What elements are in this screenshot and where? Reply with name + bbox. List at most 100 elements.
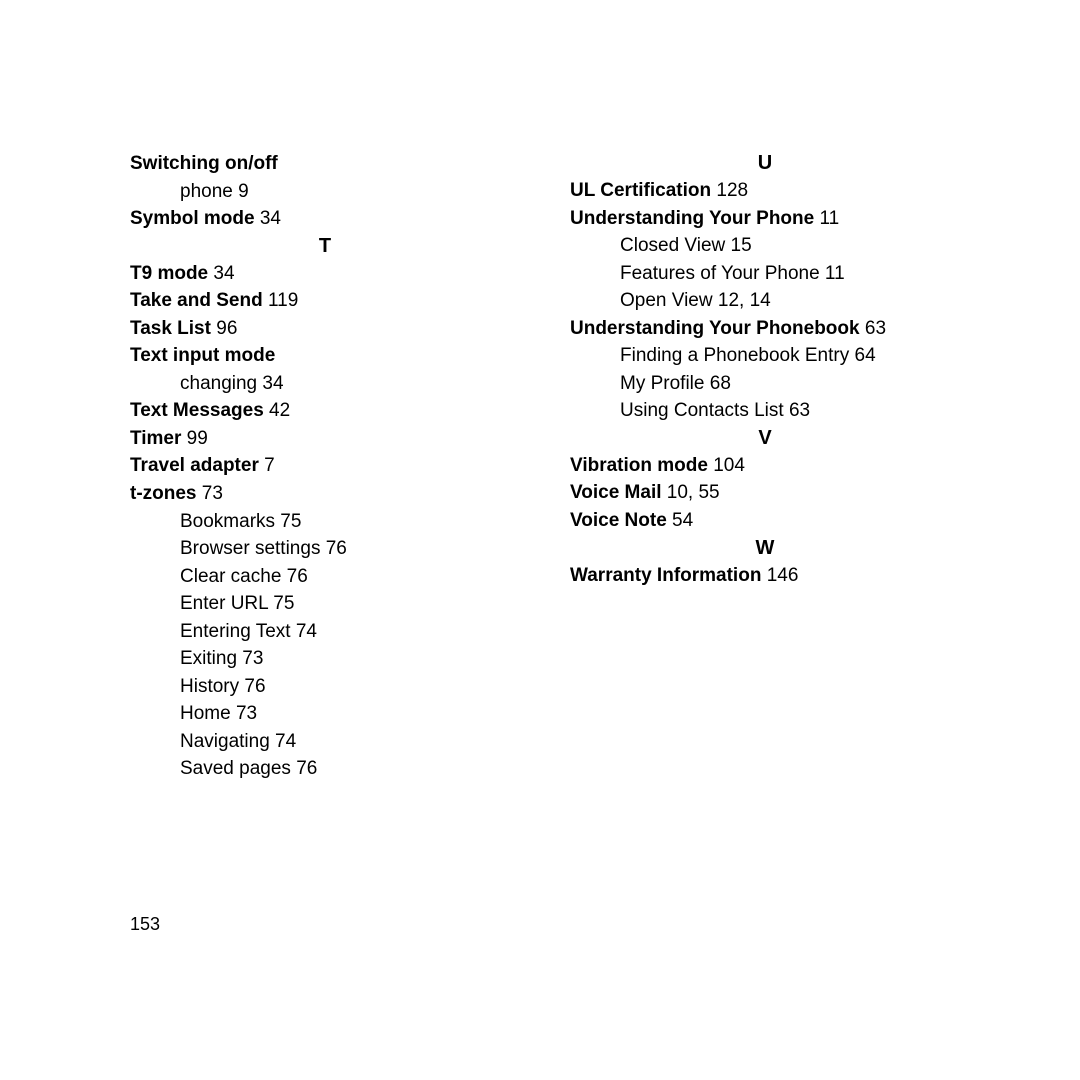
index-sub-entry: Home 73 xyxy=(130,700,520,728)
index-entry: T9 mode 34 xyxy=(130,260,520,288)
sub-entry-term: Finding a Phonebook Entry xyxy=(620,345,849,366)
entry-page: 104 xyxy=(708,455,745,476)
sub-entry-term: Clear cache xyxy=(180,566,281,587)
entry-page: 42 xyxy=(264,400,290,421)
sub-entry-page: 73 xyxy=(237,648,263,669)
entry-term: Voice Note xyxy=(570,510,667,531)
index-sub-entry: Using Contacts List 63 xyxy=(570,397,960,425)
index-entry: Voice Mail 10, 55 xyxy=(570,479,960,507)
sub-entry-term: Closed View xyxy=(620,235,725,256)
entry-page: 146 xyxy=(761,565,798,586)
entry-term: Text input mode xyxy=(130,345,275,366)
index-page: Switching on/offphone 9Symbol mode 34TT9… xyxy=(0,0,1080,823)
right-column: UUL Certification 128Understanding Your … xyxy=(570,150,960,783)
entry-page: 99 xyxy=(181,428,207,449)
index-sub-entry: Bookmarks 75 xyxy=(130,508,520,536)
sub-entry-page: 75 xyxy=(268,593,294,614)
index-sub-entry: changing 34 xyxy=(130,370,520,398)
entry-term: Symbol mode xyxy=(130,208,255,229)
index-sub-entry: Navigating 74 xyxy=(130,728,520,756)
sub-entry-page: 64 xyxy=(849,345,875,366)
sub-entry-term: Browser settings xyxy=(180,538,320,559)
sub-entry-term: My Profile xyxy=(620,373,704,394)
section-header: V xyxy=(570,427,960,450)
sub-entry-term: Using Contacts List xyxy=(620,400,784,421)
index-entry: Vibration mode 104 xyxy=(570,452,960,480)
index-sub-entry: Saved pages 76 xyxy=(130,755,520,783)
index-sub-entry: Clear cache 76 xyxy=(130,563,520,591)
sub-entry-term: Features of Your Phone xyxy=(620,263,820,284)
index-entry: Text input mode xyxy=(130,342,520,370)
entry-page: 128 xyxy=(711,180,748,201)
index-entry: Symbol mode 34 xyxy=(130,205,520,233)
entry-term: Understanding Your Phonebook xyxy=(570,318,860,339)
sub-entry-page: 75 xyxy=(275,511,301,532)
index-sub-entry: Open View 12, 14 xyxy=(570,287,960,315)
sub-entry-page: 15 xyxy=(725,235,751,256)
sub-entry-page: 11 xyxy=(820,263,845,284)
index-entry: Switching on/off xyxy=(130,150,520,178)
section-header: T xyxy=(130,235,520,258)
index-sub-entry: Entering Text 74 xyxy=(130,618,520,646)
index-sub-entry: Browser settings 76 xyxy=(130,535,520,563)
sub-entry-term: History xyxy=(180,676,239,697)
page-number: 153 xyxy=(130,914,160,935)
sub-entry-term: Home xyxy=(180,703,231,724)
sub-entry-page: 74 xyxy=(270,731,296,752)
sub-entry-page: 34 xyxy=(257,373,283,394)
index-entry: Understanding Your Phonebook 63 xyxy=(570,315,960,343)
entry-page: 11 xyxy=(814,208,839,229)
entry-page: 7 xyxy=(259,455,275,476)
sub-entry-term: changing xyxy=(180,373,257,394)
entry-page: 119 xyxy=(263,290,299,311)
index-sub-entry: My Profile 68 xyxy=(570,370,960,398)
entry-term: Switching on/off xyxy=(130,153,278,174)
index-entry: t-zones 73 xyxy=(130,480,520,508)
sub-entry-term: Open View xyxy=(620,290,713,311)
entry-page: 96 xyxy=(211,318,237,339)
entry-term: Voice Mail xyxy=(570,482,662,503)
sub-entry-term: Enter URL xyxy=(180,593,268,614)
index-sub-entry: Enter URL 75 xyxy=(130,590,520,618)
entry-term: Understanding Your Phone xyxy=(570,208,814,229)
entry-term: Timer xyxy=(130,428,181,449)
sub-entry-term: Bookmarks xyxy=(180,511,275,532)
entry-term: Task List xyxy=(130,318,211,339)
index-entry: Travel adapter 7 xyxy=(130,452,520,480)
entry-page: 63 xyxy=(860,318,886,339)
index-sub-entry: Finding a Phonebook Entry 64 xyxy=(570,342,960,370)
entry-page: 34 xyxy=(255,208,281,229)
section-header: W xyxy=(570,537,960,560)
sub-entry-page: 12, 14 xyxy=(713,290,771,311)
index-sub-entry: History 76 xyxy=(130,673,520,701)
index-sub-entry: phone 9 xyxy=(130,178,520,206)
sub-entry-term: Entering Text xyxy=(180,621,291,642)
index-entry: Take and Send 119 xyxy=(130,287,520,315)
sub-entry-page: 9 xyxy=(233,181,249,202)
index-entry: Warranty Information 146 xyxy=(570,562,960,590)
entry-term: Take and Send xyxy=(130,290,263,311)
entry-term: t-zones xyxy=(130,483,197,504)
sub-entry-term: Saved pages xyxy=(180,758,291,779)
entry-page: 10, 55 xyxy=(662,482,720,503)
index-sub-entry: Closed View 15 xyxy=(570,232,960,260)
index-entry: Task List 96 xyxy=(130,315,520,343)
entry-page: 54 xyxy=(667,510,693,531)
index-entry: UL Certification 128 xyxy=(570,177,960,205)
sub-entry-page: 73 xyxy=(231,703,257,724)
left-column: Switching on/offphone 9Symbol mode 34TT9… xyxy=(130,150,520,783)
entry-page: 73 xyxy=(197,483,223,504)
sub-entry-page: 63 xyxy=(784,400,810,421)
entry-term: T9 mode xyxy=(130,263,208,284)
section-header: U xyxy=(570,152,960,175)
entry-page: 34 xyxy=(208,263,234,284)
entry-term: Text Messages xyxy=(130,400,264,421)
sub-entry-page: 76 xyxy=(291,758,317,779)
sub-entry-page: 76 xyxy=(281,566,307,587)
index-entry: Text Messages 42 xyxy=(130,397,520,425)
sub-entry-term: Exiting xyxy=(180,648,237,669)
entry-term: UL Certification xyxy=(570,180,711,201)
index-sub-entry: Features of Your Phone 11 xyxy=(570,260,960,288)
index-sub-entry: Exiting 73 xyxy=(130,645,520,673)
index-entry: Understanding Your Phone 11 xyxy=(570,205,960,233)
